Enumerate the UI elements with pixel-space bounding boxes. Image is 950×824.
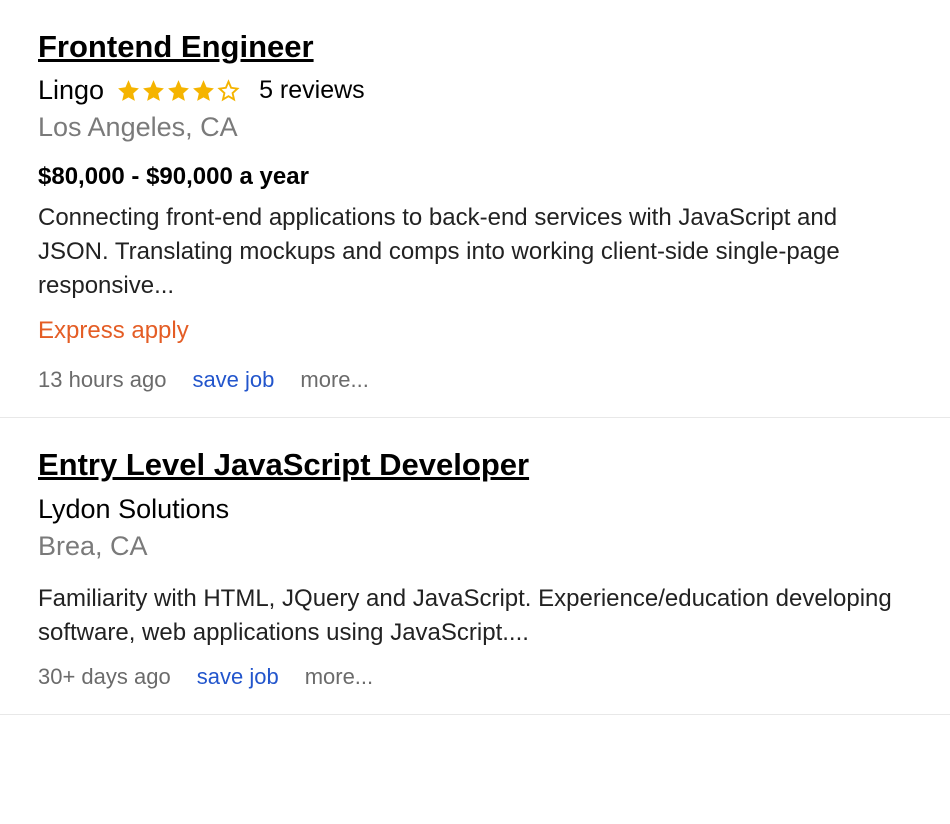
company-name[interactable]: Lingo xyxy=(38,75,104,106)
company-row: Lydon Solutions xyxy=(38,494,912,525)
more-link[interactable]: more... xyxy=(305,664,373,690)
job-card: Frontend Engineer Lingo 5 reviews Los An… xyxy=(0,0,950,418)
rating-stars[interactable] xyxy=(116,78,241,103)
job-title-link[interactable]: Entry Level JavaScript Developer xyxy=(38,446,529,483)
posted-time: 13 hours ago xyxy=(38,367,166,393)
job-title-link[interactable]: Frontend Engineer xyxy=(38,28,314,65)
job-location: Los Angeles, CA xyxy=(38,112,912,143)
job-description: Connecting front-end applications to bac… xyxy=(38,201,912,303)
star-icon xyxy=(191,78,216,103)
company-row: Lingo 5 reviews xyxy=(38,75,912,106)
star-icon xyxy=(141,78,166,103)
job-card: Entry Level JavaScript Developer Lydon S… xyxy=(0,418,950,714)
save-job-link[interactable]: save job xyxy=(192,367,274,393)
star-icon xyxy=(116,78,141,103)
more-link[interactable]: more... xyxy=(300,367,368,393)
company-name[interactable]: Lydon Solutions xyxy=(38,494,229,525)
job-salary: $80,000 - $90,000 a year xyxy=(38,163,912,191)
review-count[interactable]: 5 reviews xyxy=(259,76,365,105)
star-icon xyxy=(166,78,191,103)
job-description: Familiarity with HTML, JQuery and JavaSc… xyxy=(38,582,912,650)
job-location: Brea, CA xyxy=(38,531,912,562)
star-outline-icon xyxy=(216,78,241,103)
posted-time: 30+ days ago xyxy=(38,664,171,690)
save-job-link[interactable]: save job xyxy=(197,664,279,690)
job-meta-row: 13 hours ago save job more... xyxy=(38,367,912,393)
express-apply-badge: Express apply xyxy=(38,317,912,345)
job-meta-row: 30+ days ago save job more... xyxy=(38,664,912,690)
